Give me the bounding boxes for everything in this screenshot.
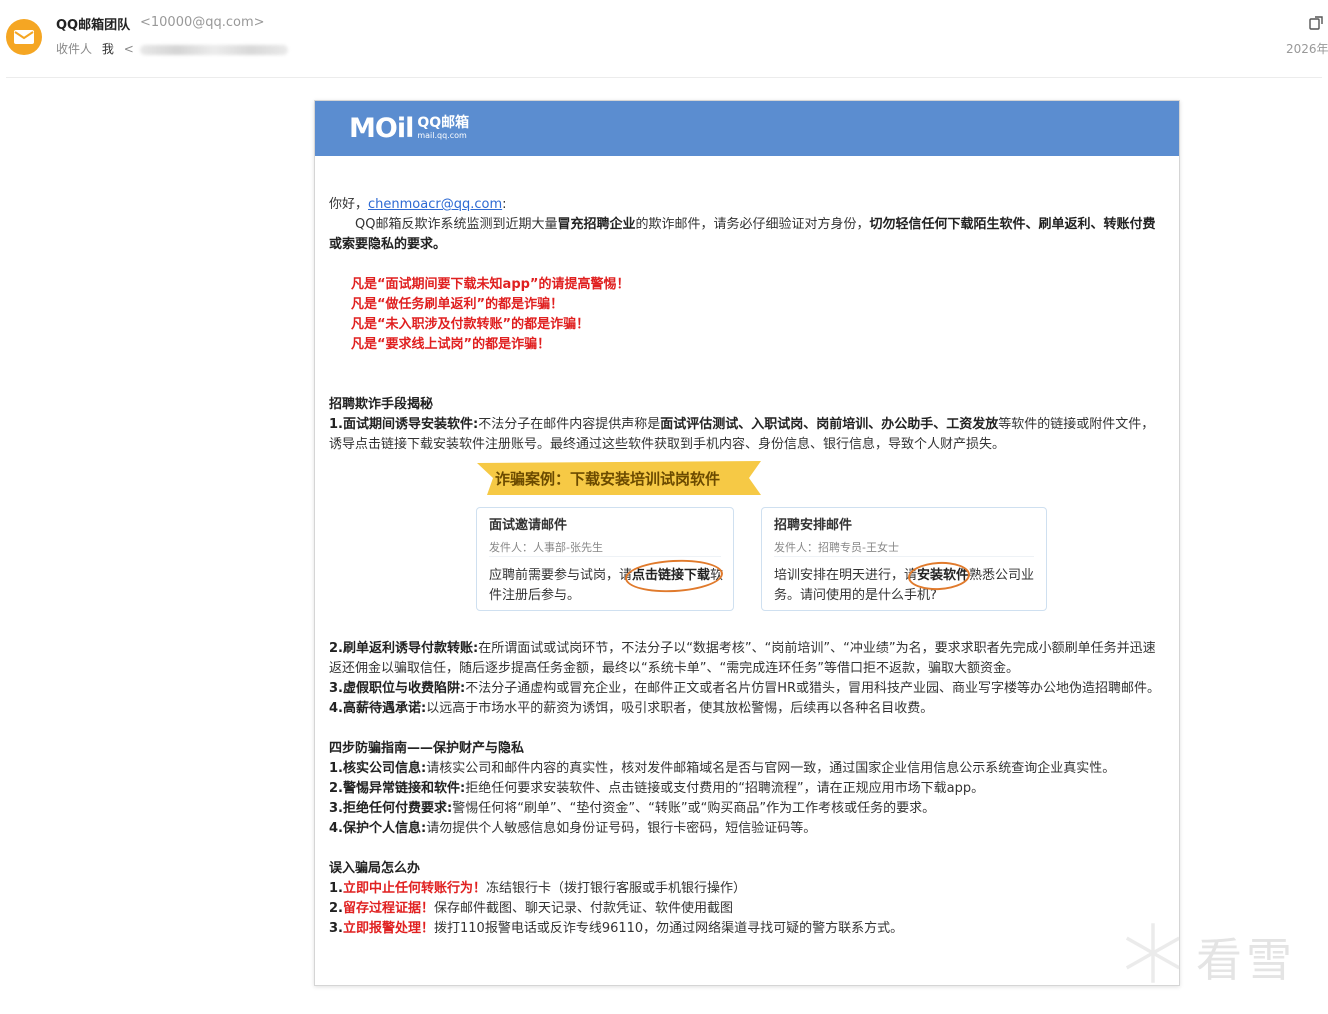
snowflake-watermark-icon	[1125, 923, 1181, 983]
step-1: 1.立即中止任何转账行为！冻结银行卡（拨打银行客服或手机银行操作）	[329, 881, 747, 896]
highlight-download-link: 点击链接下载	[632, 568, 711, 583]
mail-envelope-icon	[14, 30, 34, 44]
step-2: 2.留存过程证据！保存邮件截图、聊天记录、付款凭证、软件使用截图	[329, 901, 734, 916]
guide-1: 1.核实公司信息:请核实公司和邮件内容的真实性，核对发件邮箱域名是否与官网一致，…	[329, 761, 1116, 776]
mail-header: QQ邮箱团队 <10000@qq.com> 收件人 我 < 2026年	[0, 0, 1328, 78]
logo-mail-text: MOil	[349, 113, 414, 144]
method-3: 3.虚假职位与收费陷阱:不法分子通虚构或冒充企业，在邮件正文或者名片仿冒HR或猎…	[329, 681, 1160, 696]
method-2: 2.刷单返利诱导付款转账:在所谓面试或试岗环节，不法分子以“数据考核”、“岗前培…	[329, 641, 1156, 676]
section-title-prevention-guide: 四步防骗指南——保护财产与隐私	[329, 741, 525, 756]
recipients-label: 收件人	[56, 42, 93, 56]
watermark-text: 看雪	[1196, 933, 1296, 987]
email-body-card: MOil QQ邮箱 mail.qq.com 你好，chenmoacr@qq.co…	[314, 100, 1180, 986]
email-content: 你好，chenmoacr@qq.com: QQ邮箱反欺诈系统监测到近期大量冒充招…	[329, 195, 1167, 939]
case-card-title: 面试邀请邮件	[489, 518, 568, 533]
recipient-me[interactable]: 我	[102, 42, 114, 56]
step-3: 3.立即报警处理！拨打110报警电话或反诈专线96110，勿通过网络渠道寻找可疑…	[329, 921, 904, 936]
qqmail-banner: MOil QQ邮箱 mail.qq.com	[315, 101, 1179, 156]
case-card-divider	[774, 556, 1034, 557]
section-title-what-to-do: 误入骗局怎么办	[329, 861, 421, 876]
recipient-address-prefix: <	[123, 42, 134, 56]
highlight-install-software: 安装软件	[917, 568, 970, 583]
open-in-new-window-icon[interactable]	[1308, 15, 1324, 31]
case-card-from: 发件人：人事部-张先生	[489, 541, 603, 554]
case-card-interview-invite: 面试邀请邮件 发件人：人事部-张先生 应聘前需要参与试岗，请点击链接下载软件注册…	[476, 507, 734, 611]
case-card-recruit-arrangement: 招聘安排邮件 发件人：招聘专员-王女士 培训安排在明天进行，请安装软件熟悉公司业…	[761, 507, 1047, 611]
header-divider	[6, 77, 1322, 78]
intro-paragraph: QQ邮箱反欺诈系统监测到近期大量冒充招聘企业的欺诈邮件，请务必仔细验证对方身份，…	[329, 217, 1156, 252]
sender-name[interactable]: QQ邮箱团队	[56, 14, 130, 33]
case-card-divider	[489, 556, 721, 557]
warning-item: 凡是“做任务刷单返利”的都是诈骗！	[351, 297, 564, 312]
warning-list: 凡是“面试期间要下载未知app”的请提高警惕！ 凡是“做任务刷单返利”的都是诈骗…	[351, 275, 1167, 355]
case-card-from: 发件人：招聘专员-王女士	[774, 541, 899, 554]
case-card-title: 招聘安排邮件	[774, 518, 853, 533]
qqmail-logo: MOil QQ邮箱 mail.qq.com	[349, 113, 469, 144]
case-card-body: 培训安排在明天进行，请安装软件熟悉公司业务。请问使用的是什么手机?	[774, 568, 1035, 603]
sender-address[interactable]: <10000@qq.com>	[140, 15, 265, 30]
guide-3: 3.拒绝任何付费要求:警惕任何将“刷单”、“垫付资金”、“转账”或“购买商品”作…	[329, 801, 936, 816]
guide-2: 2.警惕异常链接和软件:拒绝任何要求安装软件、点击链接或支付费用的“招聘流程”，…	[329, 781, 985, 796]
section-title-fraud-methods: 招聘欺诈手段揭秘	[329, 397, 434, 412]
greeting-line: 你好，chenmoacr@qq.com:	[329, 197, 507, 212]
warning-item: 凡是“面试期间要下载未知app”的请提高警惕！	[351, 277, 630, 292]
greeting-email-link[interactable]: chenmoacr@qq.com	[368, 197, 502, 212]
fraud-case-illustration: 诈骗案例：下载安装培训试岗软件 面试邀请邮件 发件人：人事部-张先生 应聘前需要…	[329, 455, 1167, 639]
logo-qqmail-cn: QQ邮箱	[417, 115, 470, 131]
method-1: 1.面试期间诱导安装软件:不法分子在邮件内容提供声称是面试评估测试、入职试岗、岗…	[329, 417, 1155, 452]
recipients-row: 收件人 我 <	[56, 40, 288, 57]
sender-avatar[interactable]	[6, 19, 42, 55]
recipient-address-blurred	[139, 44, 288, 55]
case-card-body: 应聘前需要参与试岗，请点击链接下载软件注册后参与。	[489, 568, 724, 603]
mail-date: 2026年	[1286, 42, 1328, 56]
warning-item: 凡是“要求线上试岗”的都是诈骗！	[351, 337, 551, 352]
method-4: 4.高薪待遇承诺:以远高于市场水平的薪资为诱饵，吸引求职者，使其放松警惕，后续再…	[329, 701, 934, 716]
warning-item: 凡是“未入职涉及付款转账”的都是诈骗！	[351, 317, 590, 332]
guide-4: 4.保护个人信息:请勿提供个人敏感信息如身份证号码，银行卡密码，短信验证码等。	[329, 821, 817, 836]
logo-domain: mail.qq.com	[417, 131, 467, 140]
case-ribbon-title: 诈骗案例：下载安装培训试岗软件	[495, 470, 721, 488]
